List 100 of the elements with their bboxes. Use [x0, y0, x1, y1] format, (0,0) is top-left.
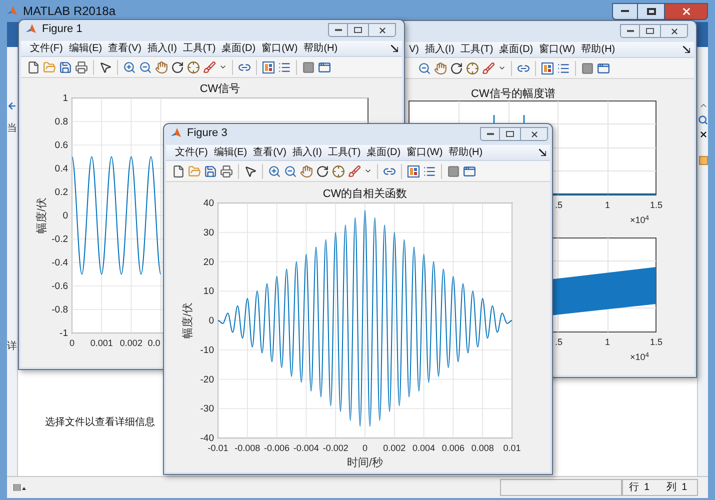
menu-item[interactable]: 文件(F) [174, 145, 209, 160]
tick-label: 0.2 [54, 187, 68, 198]
rotate-icon[interactable] [316, 164, 329, 178]
caret-icon[interactable] [219, 63, 227, 71]
data-cursor-icon[interactable] [187, 60, 200, 74]
print-icon[interactable] [220, 164, 233, 178]
axis-exponent: ×10$^{4}$ [630, 214, 650, 227]
maximize-button[interactable] [640, 24, 660, 38]
square-icon[interactable] [302, 60, 315, 74]
zoom-out-icon[interactable] [284, 164, 297, 178]
close-button[interactable] [660, 24, 688, 38]
grip-icon[interactable] [13, 483, 27, 492]
zoom-in-icon[interactable] [123, 60, 136, 74]
menu-item[interactable]: 窗口(W) [406, 145, 444, 160]
square-icon[interactable] [447, 164, 460, 178]
maximize-button[interactable] [638, 2, 664, 20]
legend-icon[interactable] [423, 164, 436, 178]
window-icon[interactable] [463, 164, 476, 178]
save-icon[interactable] [59, 60, 72, 74]
window-title: Figure 1 [42, 23, 82, 35]
scroll-up-icon[interactable] [698, 101, 708, 110]
details-hint: 选择文件以查看详细信息 [45, 417, 155, 428]
window-icon[interactable] [597, 62, 610, 74]
rotate-icon[interactable] [171, 60, 184, 74]
menu-item[interactable]: 查看(V) [252, 145, 288, 160]
menu-item[interactable]: 帮助(H) [448, 145, 484, 160]
colorbar-icon[interactable] [262, 60, 275, 74]
maximize-button[interactable] [500, 127, 520, 141]
tick-label: 0.002 [383, 443, 406, 453]
menu-item[interactable]: 桌面(D) [220, 41, 257, 56]
menu-item[interactable]: V) [408, 42, 420, 57]
print-icon[interactable] [75, 60, 88, 74]
tick-label: -0.008 [234, 443, 260, 453]
minimize-button[interactable] [612, 2, 638, 20]
menu-item[interactable]: 窗口(W) [260, 41, 299, 56]
peak-logo-icon [25, 23, 37, 35]
dock-arrow-icon[interactable] [391, 45, 398, 52]
save-icon[interactable] [204, 164, 217, 178]
tick-label: -0.8 [52, 304, 68, 316]
menu-item[interactable]: 工具(T) [182, 41, 217, 56]
menu-item[interactable]: 编辑(E) [212, 145, 248, 160]
menu-item[interactable]: 窗口(W) [538, 42, 576, 57]
minimize-button[interactable] [620, 24, 640, 38]
brush-icon[interactable] [203, 60, 216, 74]
minimize-button[interactable] [328, 23, 348, 37]
panel-tab[interactable]: 详 [7, 341, 17, 353]
tick-label: .5 [555, 336, 563, 349]
brush-icon[interactable] [348, 164, 361, 178]
menu-item[interactable]: 编辑(E) [68, 41, 104, 56]
zoom-out-icon[interactable] [139, 60, 152, 74]
menu-item[interactable]: 工具(T) [459, 42, 494, 57]
caret-icon[interactable] [498, 64, 506, 72]
data-cursor-icon[interactable] [466, 62, 479, 74]
menu-item[interactable]: 帮助(H) [580, 42, 616, 57]
hand-icon[interactable] [155, 60, 168, 74]
data-cursor-icon[interactable] [332, 164, 345, 178]
menu-item[interactable]: 帮助(H) [302, 41, 339, 56]
legend-icon[interactable] [557, 62, 570, 74]
window-icon[interactable] [318, 60, 331, 74]
tick-label: 0 [70, 338, 74, 348]
dock-arrow-icon[interactable] [539, 149, 546, 156]
search-icon[interactable] [698, 115, 708, 125]
menu-item[interactable]: 工具(T) [326, 145, 362, 160]
pointer-icon[interactable] [244, 164, 257, 178]
zoom-in-icon[interactable] [268, 164, 281, 178]
menu-item[interactable]: 桌面(D) [498, 42, 534, 57]
caret-icon[interactable] [364, 167, 372, 175]
dock-arrow-icon[interactable] [683, 46, 690, 53]
hand-icon[interactable] [300, 164, 313, 178]
peak-logo-icon [170, 127, 182, 139]
window-title: Figure 3 [187, 127, 228, 139]
close-icon[interactable] [698, 130, 708, 139]
close-button[interactable] [520, 127, 548, 141]
panel-tab[interactable]: 当 [7, 123, 17, 135]
menu-item[interactable]: 查看(V) [107, 41, 142, 56]
tick-label: -30 [200, 404, 214, 415]
back-arrow-icon[interactable] [7, 101, 17, 111]
menu-item[interactable]: 插入(I) [424, 42, 456, 57]
new-file-icon[interactable] [27, 60, 40, 74]
menu-item[interactable]: 桌面(D) [366, 145, 402, 160]
close-button[interactable] [368, 23, 396, 37]
tick-label: 0.8 [54, 116, 68, 128]
new-file-icon[interactable] [172, 164, 185, 178]
maximize-button[interactable] [348, 23, 368, 37]
menu-item[interactable]: 插入(I) [146, 41, 178, 56]
legend-icon[interactable] [278, 60, 291, 74]
rotate-icon[interactable] [450, 62, 463, 74]
zoom-out-icon[interactable] [418, 62, 431, 74]
menu-item[interactable]: 文件(F) [29, 41, 64, 56]
pointer-icon[interactable] [99, 60, 112, 74]
brush-icon[interactable] [482, 62, 495, 74]
tick-label: -40 [200, 433, 214, 444]
colorbar-icon[interactable] [407, 164, 420, 178]
square-icon[interactable] [581, 62, 594, 74]
minimize-button[interactable] [480, 127, 500, 141]
hand-icon[interactable] [434, 62, 447, 74]
close-button[interactable] [664, 2, 708, 20]
tick-label: 0.4 [54, 164, 68, 174]
colorbar-icon[interactable] [541, 62, 554, 74]
menu-item[interactable]: 插入(I) [291, 145, 323, 160]
